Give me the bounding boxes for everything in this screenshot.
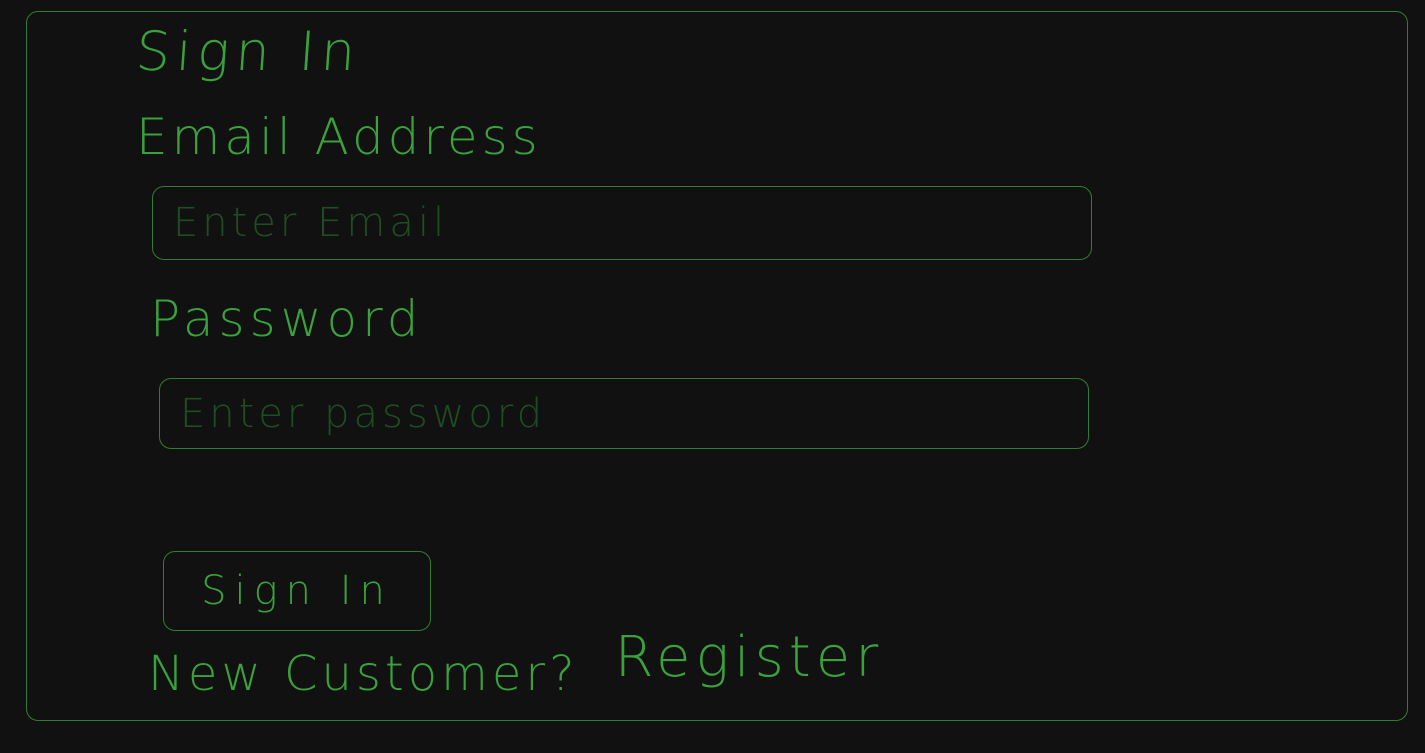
register-link[interactable]: Register bbox=[615, 625, 884, 690]
email-field[interactable] bbox=[152, 186, 1092, 260]
new-customer-text: New Customer? bbox=[148, 646, 579, 702]
password-label: Password bbox=[150, 290, 424, 348]
sign-in-button[interactable]: Sign In bbox=[163, 551, 431, 631]
email-label: Email Address bbox=[136, 108, 542, 166]
password-field[interactable] bbox=[159, 378, 1089, 449]
page-title: Sign In bbox=[133, 20, 364, 83]
register-prompt: New Customer? Register bbox=[148, 622, 883, 702]
